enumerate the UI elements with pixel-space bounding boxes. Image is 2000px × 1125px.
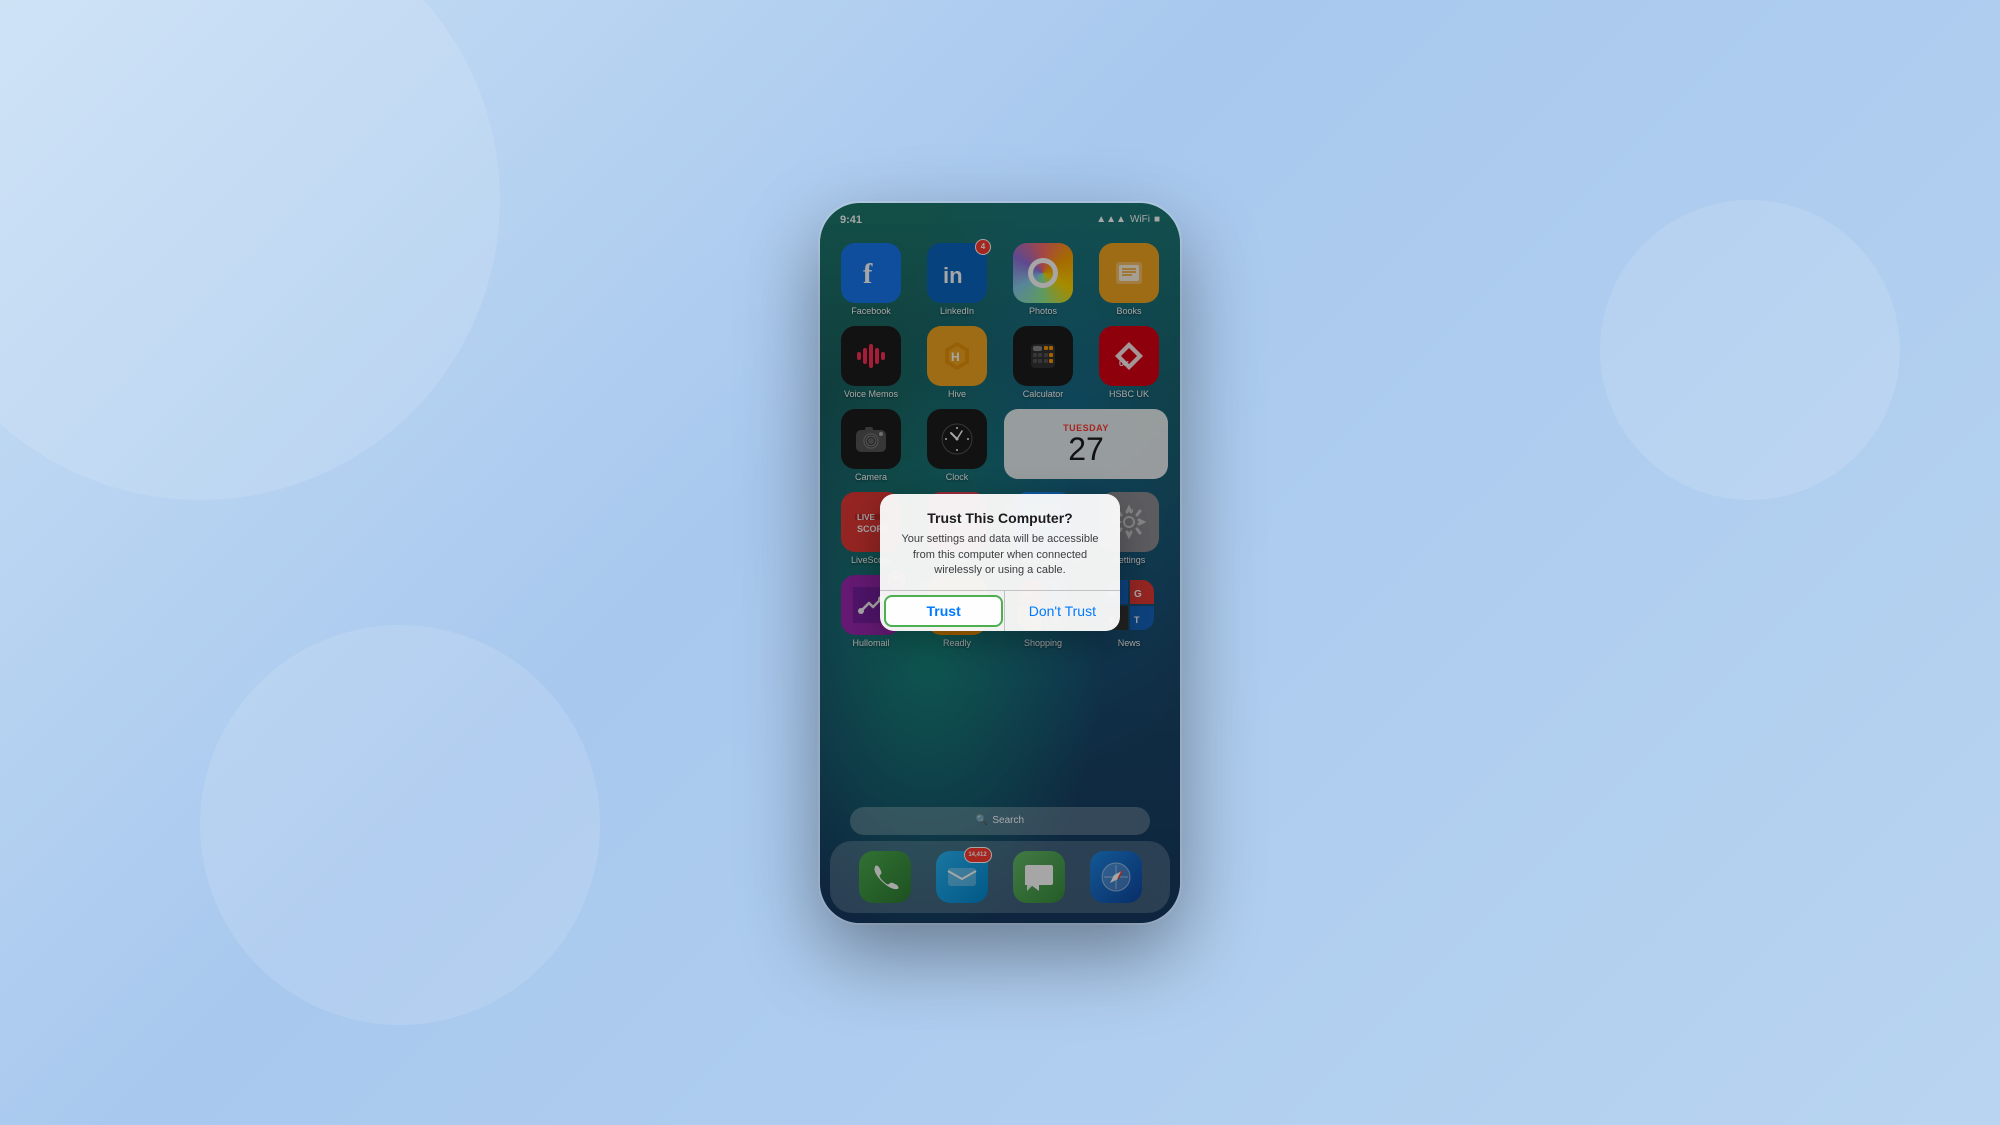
phone-device: 9:41 ▲▲▲ WiFi ■ f Facebook 4 in Link [820, 203, 1180, 923]
dialog-overlay: Trust This Computer? Your settings and d… [820, 203, 1180, 923]
bg-decoration-1 [0, 0, 500, 500]
dialog-title: Trust This Computer? [896, 510, 1104, 526]
dialog-buttons: Trust Don't Trust [880, 591, 1120, 631]
bg-decoration-2 [200, 625, 600, 1025]
bg-decoration-3 [1600, 200, 1900, 500]
dialog-content: Trust This Computer? Your settings and d… [880, 494, 1120, 590]
trust-button[interactable]: Trust [884, 595, 1003, 627]
dialog-message: Your settings and data will be accessibl… [896, 532, 1104, 578]
trust-dialog: Trust This Computer? Your settings and d… [880, 494, 1120, 631]
dont-trust-button[interactable]: Don't Trust [1005, 591, 1120, 631]
